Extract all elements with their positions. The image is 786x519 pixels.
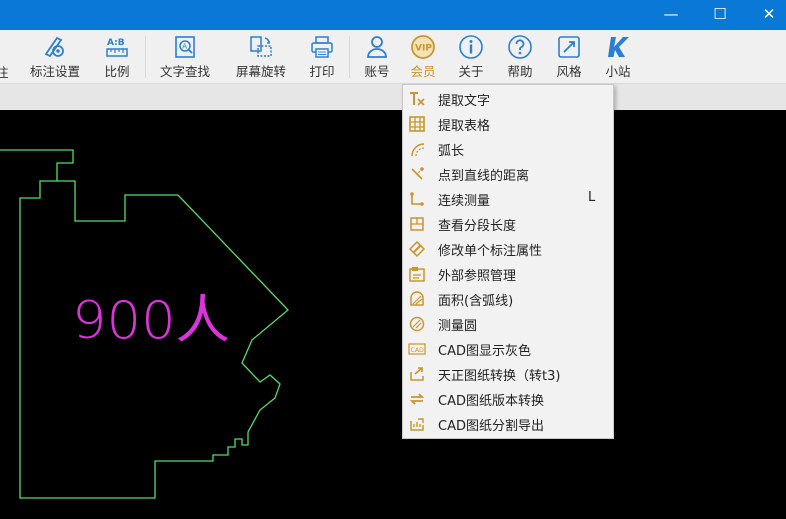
extract-text-icon xyxy=(410,92,425,106)
toolbar-button-site[interactable]: 小站 xyxy=(603,34,633,80)
toolbar-separator xyxy=(349,36,350,78)
measure-circle-icon xyxy=(409,316,425,332)
drawing-label: 900人 xyxy=(72,291,230,351)
toolbar: 注 标注设置 A:B 比例 A 文字查找 屏幕旋转 打印 账号 VIP 会员 关… xyxy=(0,30,786,83)
text-search-icon: A xyxy=(175,36,195,58)
toolbar-label: 帮助 xyxy=(507,64,533,79)
cad-drawing-canvas[interactable]: 900人 xyxy=(0,110,786,515)
measure-dropdown-menu: 提取文字 提取表格 弧长 点到直线的距离 连续测量 L 查看分段长度 修改单个标… xyxy=(402,84,614,439)
user-icon xyxy=(367,36,387,58)
svg-text:VIP: VIP xyxy=(415,44,432,54)
menu-item-cad-gray[interactable]: CAD CAD图显示灰色 xyxy=(403,336,613,361)
menu-item-arc-length[interactable]: 弧长 xyxy=(403,136,613,161)
menu-item-label: 天正图纸转换（转t3) xyxy=(438,369,561,384)
gear-annotation-icon xyxy=(44,36,64,58)
toolbar-label: 账号 xyxy=(364,64,390,79)
menu-item-label: 提取文字 xyxy=(438,94,491,109)
printer-icon xyxy=(311,36,333,58)
toolbar-label: 屏幕旋转 xyxy=(235,64,286,79)
menu-item-version-convert[interactable]: CAD图纸版本转换 xyxy=(403,386,613,411)
toolbar-button-text-search[interactable]: A 文字查找 xyxy=(156,34,214,80)
vip-icon: VIP xyxy=(411,35,435,59)
menu-item-edit-annotation[interactable]: 修改单个标注属性 xyxy=(403,236,613,261)
title-bar: — ☐ ✕ xyxy=(0,0,786,30)
svg-text:A: A xyxy=(182,43,187,51)
toolbar-button-annotation-settings[interactable]: 标注设置 xyxy=(26,34,84,80)
toolbar-button-print[interactable]: 打印 xyxy=(306,34,338,80)
tangent-convert-icon xyxy=(410,367,424,381)
menu-item-measure-circle[interactable]: 测量圆 xyxy=(403,311,613,336)
menu-item-area-arc[interactable]: 面积(含弧线) xyxy=(403,286,613,311)
help-icon xyxy=(508,35,532,59)
split-export-icon xyxy=(410,418,424,431)
svg-text:A:B: A:B xyxy=(107,38,125,48)
menu-item-tangent-convert[interactable]: 天正图纸转换（转t3) xyxy=(403,361,613,386)
cad-badge-text: CAD xyxy=(411,347,425,354)
style-icon xyxy=(558,36,580,58)
menu-item-extract-text[interactable]: 提取文字 xyxy=(403,86,613,111)
menu-item-label: 修改单个标注属性 xyxy=(438,244,543,259)
screen-rotate-icon xyxy=(250,36,272,57)
cad-drawing: 900人 xyxy=(0,149,289,499)
toolbar-button-vip[interactable]: VIP 会员 xyxy=(408,34,438,80)
menu-item-label: 面积(含弧线) xyxy=(438,294,514,309)
segment-length-icon xyxy=(410,217,424,231)
toolbar-button-account[interactable]: 账号 xyxy=(362,34,392,80)
toolbar-button-about[interactable]: 关于 xyxy=(456,34,486,80)
toolbar-label: 打印 xyxy=(309,64,335,79)
menu-item-label: 外部参照管理 xyxy=(438,269,517,284)
cad-gray-icon: CAD xyxy=(408,343,426,355)
menu-item-label: CAD图纸版本转换 xyxy=(438,394,544,409)
ruler-ratio-icon: A:B xyxy=(106,38,128,57)
menu-item-label: CAD图显示灰色 xyxy=(438,344,531,359)
menu-item-xref-manage[interactable]: 外部参照管理 xyxy=(403,261,613,286)
area-arc-icon xyxy=(410,291,424,306)
minimize-button[interactable]: — xyxy=(648,0,694,30)
menu-item-shortcut: L xyxy=(588,190,596,205)
menu-item-label: 弧长 xyxy=(438,144,465,159)
arc-length-icon xyxy=(411,143,425,157)
toolbar-label: 会员 xyxy=(410,64,436,79)
menu-item-segment-length[interactable]: 查看分段长度 xyxy=(403,211,613,236)
extract-table-icon xyxy=(409,116,425,132)
toolbar-button-screen-rotate[interactable]: 屏幕旋转 xyxy=(232,34,290,80)
toolbar-button-partial[interactable]: 注 xyxy=(0,34,9,80)
menu-item-label: CAD图纸分割导出 xyxy=(438,419,544,434)
toolbar-button-help[interactable]: 帮助 xyxy=(505,34,535,80)
info-icon xyxy=(459,35,483,59)
menu-item-extract-table[interactable]: 提取表格 xyxy=(403,111,613,136)
secondary-bar xyxy=(0,83,786,110)
menu-item-split-export[interactable]: CAD图纸分割导出 xyxy=(403,411,613,436)
xref-manage-icon xyxy=(409,267,425,282)
toolbar-label: 文字查找 xyxy=(159,64,210,79)
site-k-icon xyxy=(608,37,629,57)
toolbar-label: 风格 xyxy=(556,64,582,79)
toolbar-separator xyxy=(145,36,146,78)
continuous-measure-icon xyxy=(410,192,424,206)
menu-item-label: 连续测量 xyxy=(438,194,491,209)
edit-annotation-icon xyxy=(408,240,426,258)
toolbar-label: 比例 xyxy=(104,64,130,79)
toolbar-button-scale[interactable]: A:B 比例 xyxy=(100,34,134,80)
close-button[interactable]: ✕ xyxy=(746,0,786,30)
version-convert-icon xyxy=(409,393,425,405)
menu-item-label: 提取表格 xyxy=(438,119,491,134)
menu-item-label: 测量圆 xyxy=(438,319,478,334)
toolbar-label: 小站 xyxy=(605,64,631,79)
point-line-distance-icon xyxy=(411,167,424,180)
toolbar-label: 关于 xyxy=(458,64,484,79)
toolbar-label: 注 xyxy=(0,65,9,80)
toolbar-button-style[interactable]: 风格 xyxy=(554,34,584,80)
menu-item-label: 查看分段长度 xyxy=(438,219,517,234)
menu-item-point-line-distance[interactable]: 点到直线的距离 xyxy=(403,161,613,186)
maximize-button[interactable]: ☐ xyxy=(697,0,743,30)
menu-item-label: 点到直线的距离 xyxy=(438,169,530,184)
menu-item-continuous-measure[interactable]: 连续测量 L xyxy=(403,186,613,211)
toolbar-label: 标注设置 xyxy=(29,64,80,79)
